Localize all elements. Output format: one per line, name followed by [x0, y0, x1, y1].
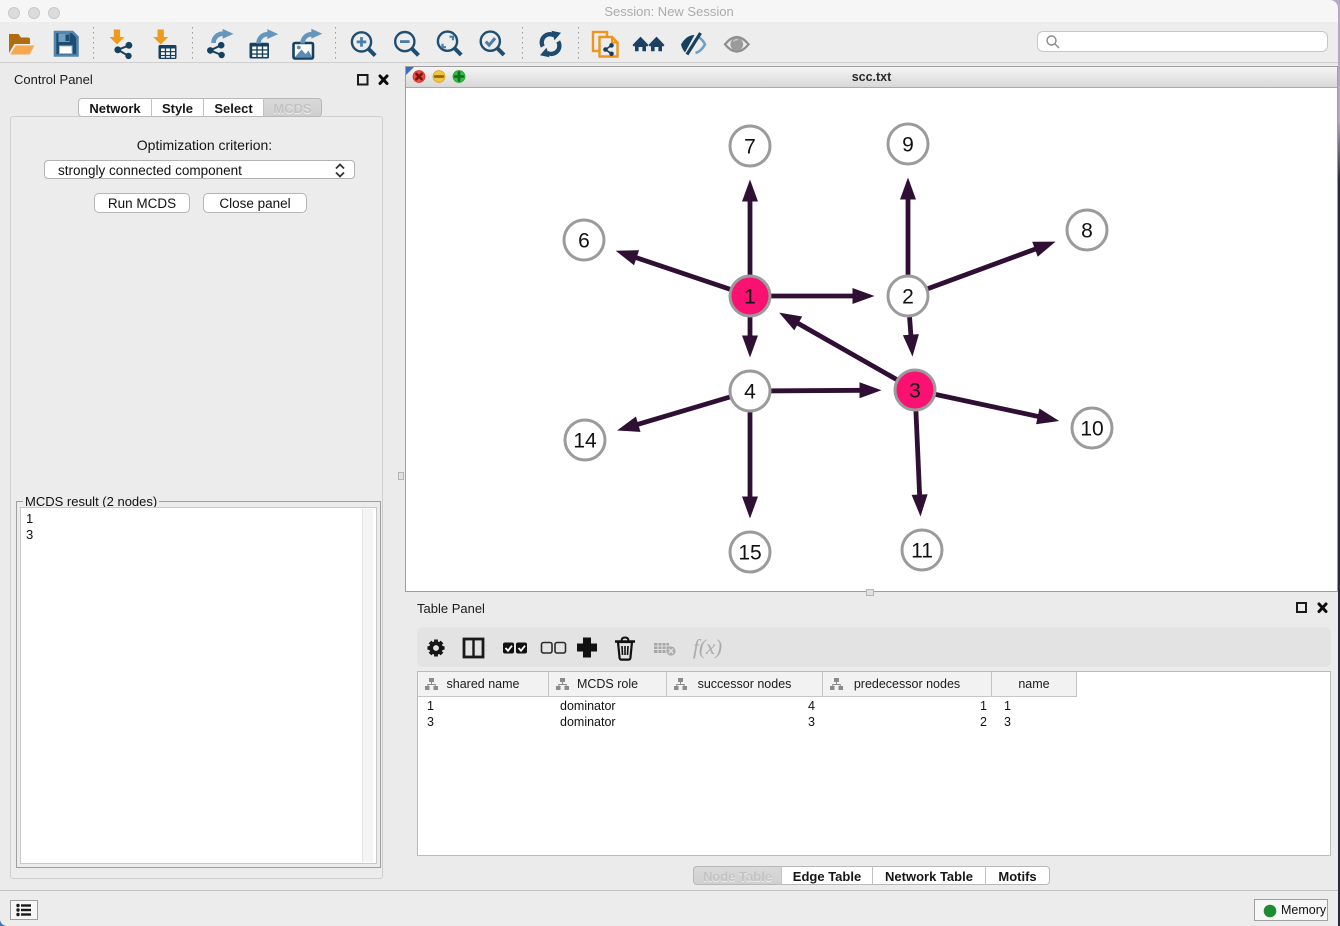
svg-text:6: 6 [578, 230, 590, 253]
svg-text:8: 8 [1081, 220, 1093, 243]
svg-text:2: 2 [902, 286, 914, 309]
svg-text:3: 3 [909, 380, 921, 403]
svg-text:15: 15 [738, 542, 761, 565]
svg-text:9: 9 [902, 134, 914, 157]
svg-text:14: 14 [573, 430, 597, 453]
svg-text:4: 4 [744, 381, 756, 404]
svg-text:f(x): f(x) [693, 635, 722, 659]
svg-text:10: 10 [1080, 418, 1103, 441]
svg-text:11: 11 [911, 540, 933, 563]
svg-text:1: 1 [744, 286, 756, 309]
svg-text:7: 7 [744, 136, 756, 159]
